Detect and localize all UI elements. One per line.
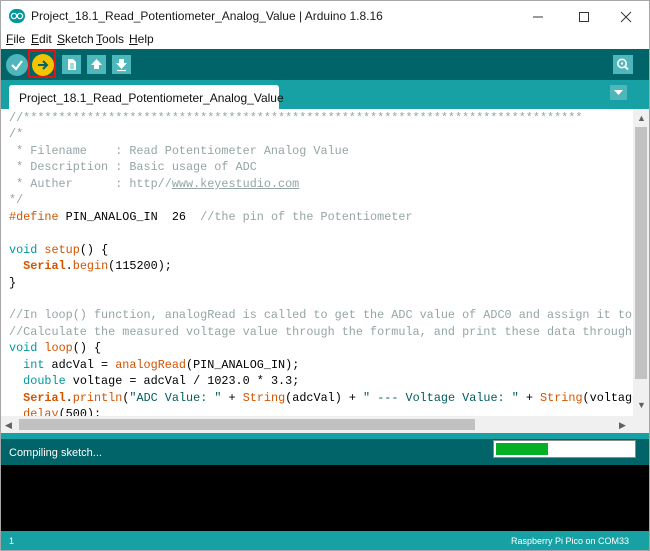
toolbar bbox=[1, 49, 649, 80]
title-bar: Project_18.1_Read_Potentiometer_Analog_V… bbox=[1, 1, 649, 31]
console-output[interactable] bbox=[1, 465, 649, 531]
chevron-down-icon bbox=[614, 90, 623, 95]
maximize-icon bbox=[579, 12, 589, 22]
code-line: int adcVal = analogRead(PIN_ANALOG_IN); bbox=[23, 358, 300, 372]
code-line: * Auther : http//www.keyestudio.com bbox=[9, 177, 300, 191]
progress-bar bbox=[493, 440, 636, 458]
close-button[interactable] bbox=[603, 1, 649, 31]
code-line: double voltage = adcVal / 1023.0 * 3.3; bbox=[23, 374, 300, 388]
code-line: delay(500); bbox=[23, 407, 102, 416]
board-port-info: Raspberry Pi Pico on COM33 bbox=[510, 536, 629, 546]
code-line: } bbox=[9, 276, 17, 290]
code-editor[interactable]: //**************************************… bbox=[1, 109, 633, 416]
tab-sketch[interactable]: Project_18.1_Read_Potentiometer_Analog_V… bbox=[9, 85, 284, 109]
window-title: Project_18.1_Read_Potentiometer_Analog_V… bbox=[31, 9, 383, 23]
close-icon bbox=[620, 11, 632, 23]
code-line: * Description : Basic usage of ADC bbox=[9, 160, 257, 174]
new-sketch-button[interactable] bbox=[62, 55, 81, 74]
tab-menu-button[interactable] bbox=[610, 85, 627, 100]
code-line: //Calculate the measured voltage value t… bbox=[9, 325, 633, 339]
scroll-up-arrow-icon[interactable]: ▲ bbox=[637, 113, 646, 123]
horizontal-scroll-thumb[interactable] bbox=[19, 419, 475, 430]
code-line: #define PIN_ANALOG_IN 26 //the pin of th… bbox=[9, 210, 413, 224]
progress-fill bbox=[496, 443, 548, 455]
menu-bar: File Edit Sketch Tools Help bbox=[1, 31, 649, 49]
horizontal-scrollbar[interactable]: ◀ ▶ bbox=[1, 416, 633, 433]
arduino-logo-icon bbox=[9, 9, 25, 23]
footer-bar: 1 Raspberry Pi Pico on COM33 bbox=[1, 531, 649, 550]
verify-button[interactable] bbox=[6, 54, 28, 76]
menu-help[interactable]: Help bbox=[129, 32, 154, 46]
code-line: //In loop() function, analogRead is call… bbox=[9, 308, 633, 322]
code-line: void setup() { bbox=[9, 243, 109, 257]
code-line: /* bbox=[9, 127, 24, 141]
verify-check-icon bbox=[11, 60, 23, 71]
scroll-down-arrow-icon[interactable]: ▼ bbox=[637, 400, 646, 410]
website-link[interactable]: www.keyestudio.com bbox=[172, 177, 299, 191]
upload-button-highlight bbox=[28, 50, 56, 78]
maximize-button[interactable] bbox=[561, 1, 607, 31]
code-line: Serial.println("ADC Value: " + String(ad… bbox=[23, 391, 633, 405]
save-sketch-button[interactable] bbox=[112, 55, 131, 74]
code-line: Serial.begin(115200); bbox=[23, 259, 172, 273]
tab-bar: Project_18.1_Read_Potentiometer_Analog_V… bbox=[1, 80, 649, 109]
scroll-left-arrow-icon[interactable]: ◀ bbox=[5, 420, 12, 430]
menu-file[interactable]: File bbox=[6, 32, 25, 46]
scroll-right-arrow-icon[interactable]: ▶ bbox=[619, 420, 626, 430]
minimize-icon bbox=[533, 16, 543, 18]
tab-label: Project_18.1_Read_Potentiometer_Analog_V… bbox=[19, 91, 284, 105]
code-line: */ bbox=[9, 193, 24, 207]
serial-monitor-icon bbox=[617, 58, 629, 71]
serial-monitor-button[interactable] bbox=[613, 55, 633, 74]
open-up-arrow-icon bbox=[91, 59, 102, 69]
open-sketch-button[interactable] bbox=[87, 55, 106, 74]
vertical-scrollbar[interactable]: ▲ ▼ bbox=[633, 109, 649, 433]
code-line: * Filename : Read Potentiometer Analog V… bbox=[9, 144, 349, 158]
vertical-scroll-thumb[interactable] bbox=[635, 127, 647, 379]
menu-sketch[interactable]: Sketch bbox=[57, 32, 94, 46]
new-file-icon bbox=[68, 59, 76, 70]
status-message: Compiling sketch... bbox=[9, 447, 102, 459]
menu-edit[interactable]: Edit bbox=[31, 32, 52, 46]
save-down-arrow-icon bbox=[116, 59, 127, 72]
arduino-ide-window: Project_18.1_Read_Potentiometer_Analog_V… bbox=[0, 0, 650, 551]
line-number: 1 bbox=[9, 536, 15, 546]
minimize-button[interactable] bbox=[515, 1, 561, 31]
code-line: //**************************************… bbox=[9, 111, 583, 125]
code-line: void loop() { bbox=[9, 341, 102, 355]
menu-tools[interactable]: Tools bbox=[96, 32, 124, 46]
